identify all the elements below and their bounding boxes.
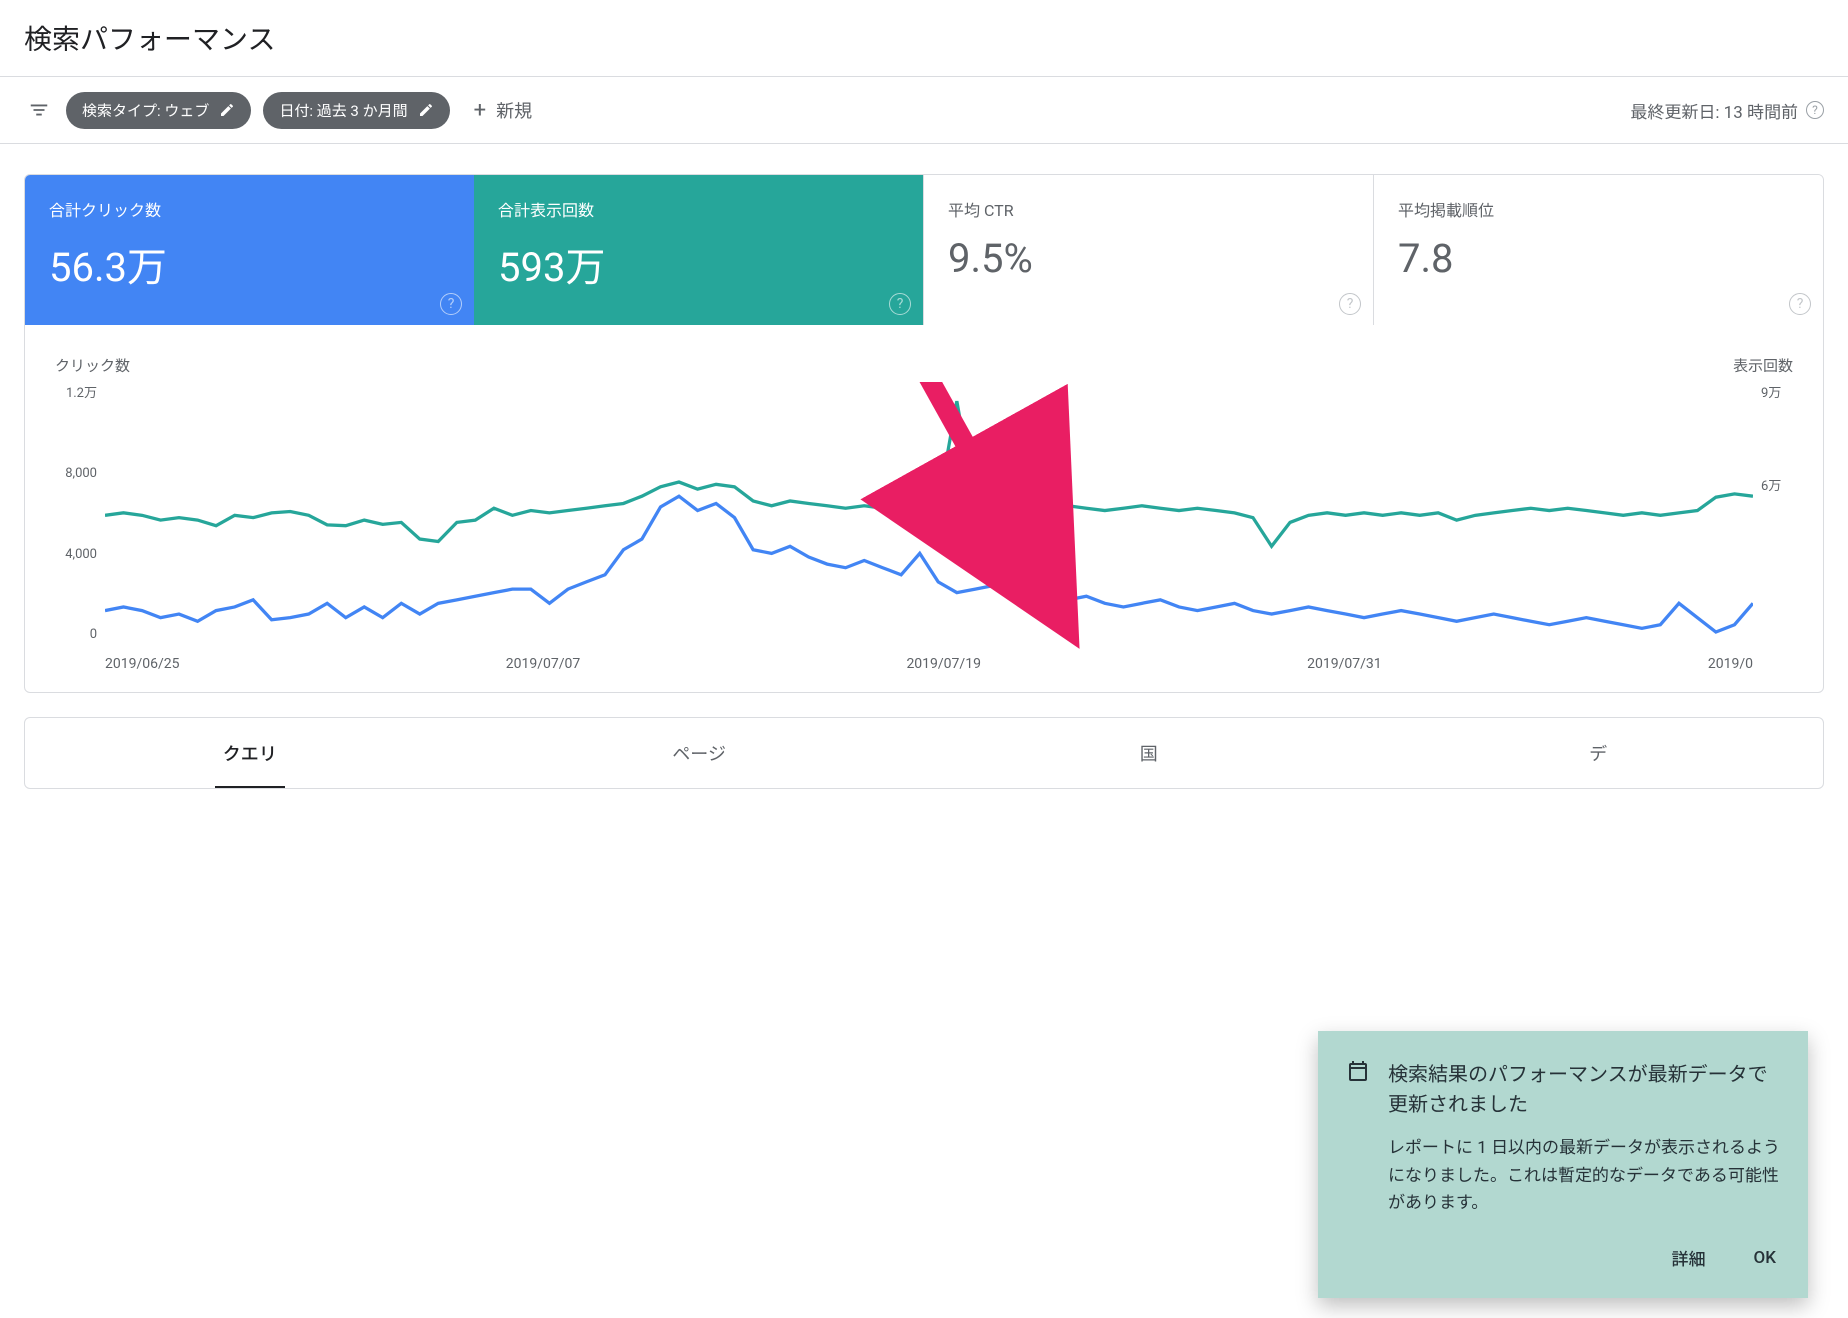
- chart-area: クリック数 表示回数 1.2万 8,000 4,000 0 9万 6万: [25, 325, 1823, 692]
- left-axis-label: クリック数: [55, 355, 130, 376]
- y-axis-left: 1.2万 8,000 4,000 0: [55, 382, 105, 642]
- tick-label: 8,000: [55, 466, 97, 481]
- metric-value: 593万: [498, 235, 899, 293]
- toast-ok-button[interactable]: OK: [1750, 1237, 1780, 1278]
- metric-clicks[interactable]: 合計クリック数 56.3万 ?: [25, 175, 474, 325]
- x-axis: 2019/06/25 2019/07/07 2019/07/19 2019/07…: [105, 656, 1753, 672]
- page-title: 検索パフォーマンス: [24, 18, 1824, 58]
- tab-label: ページ: [672, 744, 726, 765]
- tick-label: 6万: [1761, 475, 1793, 494]
- help-icon[interactable]: ?: [1339, 293, 1361, 315]
- filter-chip-label: 日付: 過去 3 か月間: [279, 100, 407, 121]
- tab-page[interactable]: ページ: [475, 718, 925, 788]
- help-icon[interactable]: ?: [440, 293, 462, 315]
- tab-country[interactable]: 国: [924, 718, 1374, 788]
- tick-label: 4,000: [55, 547, 97, 562]
- tick-label: 2019/06/25: [105, 656, 180, 672]
- filter-chip-date[interactable]: 日付: 過去 3 か月間: [263, 92, 449, 129]
- performance-card: 合計クリック数 56.3万 ? 合計表示回数 593万 ? 平均 CTR 9.5…: [24, 174, 1824, 693]
- help-icon[interactable]: ?: [1789, 293, 1811, 315]
- metric-value: 7.8: [1398, 235, 1799, 282]
- toast-details-button[interactable]: 詳細: [1668, 1237, 1710, 1278]
- tick-label: 1.2万: [55, 382, 97, 401]
- tick-label: 9万: [1761, 382, 1793, 401]
- add-filter-label: 新規: [496, 97, 532, 123]
- tab-device[interactable]: デ: [1374, 718, 1824, 788]
- tab-query[interactable]: クエリ: [25, 718, 475, 788]
- toast-body: 検索結果のパフォーマンスが最新データで更新されました レポートに 1 日以内の最…: [1388, 1059, 1780, 1278]
- metric-value: 9.5%: [948, 235, 1349, 282]
- tab-label: クエリ: [223, 744, 277, 765]
- last-update-text: 最終更新日: 13 時間前: [1630, 98, 1798, 123]
- toast-description: レポートに 1 日以内の最新データが表示されるようになりました。これは暫定的なデ…: [1388, 1135, 1780, 1217]
- page-header: 検索パフォーマンス: [0, 0, 1848, 77]
- add-filter-button[interactable]: + 新規: [462, 89, 544, 131]
- metrics-row: 合計クリック数 56.3万 ? 合計表示回数 593万 ? 平均 CTR 9.5…: [25, 175, 1823, 325]
- chart-svg: [105, 382, 1753, 693]
- filter-icon[interactable]: [24, 95, 54, 125]
- right-axis-label: 表示回数: [1733, 355, 1793, 376]
- metric-value: 56.3万: [49, 235, 450, 293]
- tick-label: 2019/07/07: [506, 656, 581, 672]
- metric-label: 平均掲載順位: [1398, 197, 1799, 221]
- plus-icon: +: [474, 98, 486, 123]
- metric-label: 合計表示回数: [498, 197, 899, 221]
- tick-label: 2019/07/19: [906, 656, 981, 672]
- metric-label: 合計クリック数: [49, 197, 450, 221]
- help-icon[interactable]: ?: [889, 293, 911, 315]
- tick-label: 2019/0: [1708, 656, 1753, 672]
- metric-label: 平均 CTR: [948, 197, 1349, 221]
- tick-label: 2019/07/31: [1307, 656, 1382, 672]
- tick-label: 0: [55, 627, 97, 642]
- notification-toast: 検索結果のパフォーマンスが最新データで更新されました レポートに 1 日以内の最…: [1318, 1031, 1808, 1298]
- edit-icon: [418, 102, 434, 118]
- metric-ctr[interactable]: 平均 CTR 9.5% ?: [923, 175, 1373, 325]
- tab-label: デ: [1589, 744, 1607, 765]
- help-icon[interactable]: ?: [1806, 101, 1824, 119]
- tab-label: 国: [1140, 744, 1158, 765]
- edit-icon: [219, 102, 235, 118]
- filter-chip-search-type[interactable]: 検索タイプ: ウェブ: [66, 92, 251, 129]
- metric-position[interactable]: 平均掲載順位 7.8 ?: [1373, 175, 1823, 325]
- y-axis-right: 9万 6万: [1753, 382, 1793, 642]
- calendar-icon: [1346, 1059, 1370, 1278]
- filter-chip-label: 検索タイプ: ウェブ: [82, 100, 209, 121]
- metric-impressions[interactable]: 合計表示回数 593万 ?: [474, 175, 923, 325]
- tabs-row: クエリ ページ 国 デ: [24, 717, 1824, 789]
- toast-title: 検索結果のパフォーマンスが最新データで更新されました: [1388, 1059, 1780, 1119]
- last-update: 最終更新日: 13 時間前 ?: [1630, 98, 1824, 123]
- filter-bar: 検索タイプ: ウェブ 日付: 過去 3 か月間 + 新規 最終更新日: 13 時…: [0, 77, 1848, 144]
